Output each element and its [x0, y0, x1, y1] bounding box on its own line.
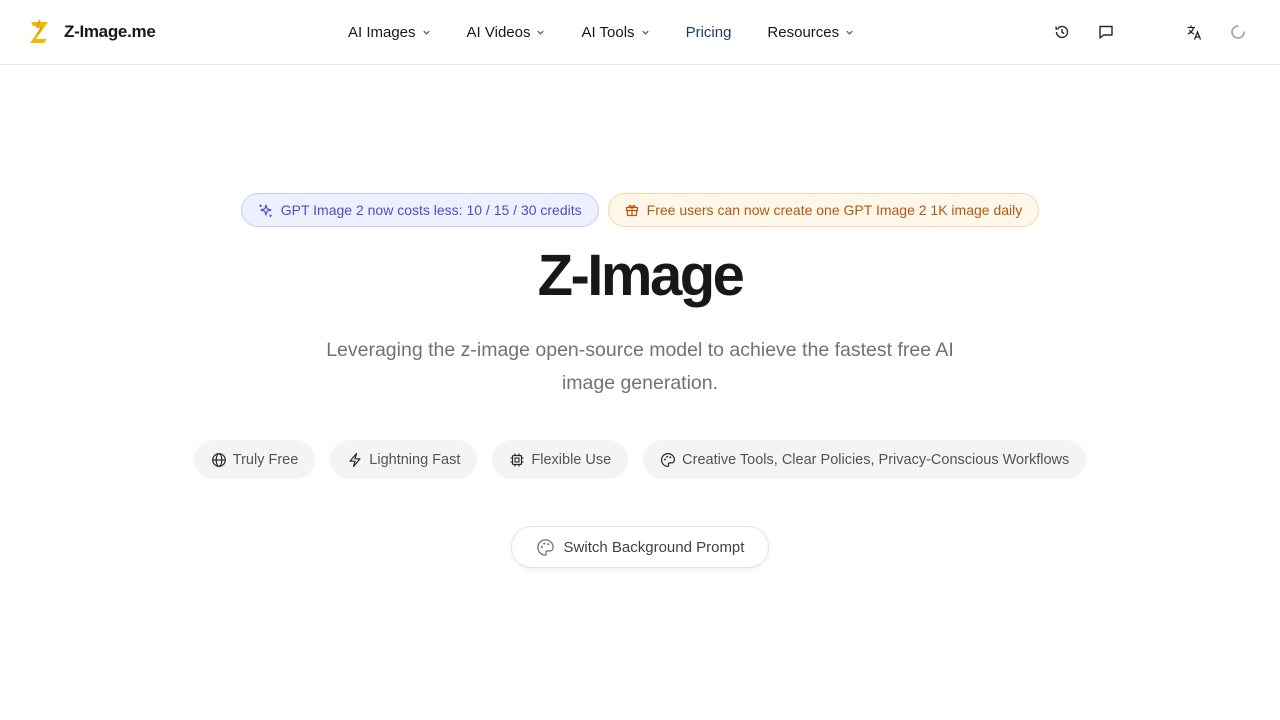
- free-announcement-badge[interactable]: Free users can now create one GPT Image …: [607, 193, 1040, 227]
- nav-ai-videos-label: AI Videos: [466, 23, 531, 41]
- feature-truly-free: Truly Free: [193, 440, 316, 479]
- loading-spinner-icon: [1231, 25, 1245, 39]
- switch-background-prompt-label: Switch Background Prompt: [563, 538, 745, 556]
- gift-icon: [625, 205, 638, 217]
- chevron-down-icon: [422, 30, 430, 35]
- feature-pills: Truly Free Lightning Fast Flexible Use C…: [0, 440, 1280, 479]
- nav-ai-images-label: AI Images: [348, 23, 416, 41]
- nav-ai-videos[interactable]: AI Videos: [467, 24, 546, 41]
- nav-pricing[interactable]: Pricing: [686, 24, 732, 41]
- nav-pricing-label: Pricing: [685, 23, 732, 41]
- nav-resources[interactable]: Resources: [767, 24, 854, 41]
- globe-icon: [211, 452, 226, 467]
- feature-lightning-fast: Lightning Fast: [330, 440, 478, 479]
- z-lightning-logo-icon: [30, 19, 48, 43]
- free-announcement-text: Free users can now create one GPT Image …: [646, 202, 1023, 218]
- brand-home-link[interactable]: Z-Image.me: [28, 18, 156, 46]
- feedback-button[interactable]: [1094, 20, 1118, 44]
- feature-flexible-use: Flexible Use: [492, 440, 629, 479]
- palette-icon: [661, 452, 676, 467]
- account-loading: [1226, 20, 1250, 44]
- top-header: Z-Image.me AI Images AI Videos AI Tools …: [0, 0, 1280, 65]
- feature-label: Truly Free: [232, 451, 299, 468]
- nav-ai-tools[interactable]: AI Tools: [581, 24, 649, 41]
- history-button[interactable]: [1050, 20, 1074, 44]
- brand-name: Z-Image.me: [64, 22, 156, 41]
- lightning-icon: [349, 452, 361, 467]
- palette-icon: [536, 538, 554, 556]
- feature-label: Flexible Use: [531, 451, 612, 468]
- language-button[interactable]: [1182, 20, 1206, 44]
- chip-icon: [510, 453, 524, 466]
- message-icon: [1099, 25, 1113, 39]
- chevron-down-icon: [846, 30, 853, 35]
- history-icon: [1055, 25, 1069, 39]
- main-nav: AI Images AI Videos AI Tools Pricing Res…: [348, 0, 890, 64]
- nav-resources-label: Resources: [767, 23, 840, 41]
- chevron-down-icon: [537, 30, 545, 35]
- switch-background-prompt-button[interactable]: Switch Background Prompt: [511, 526, 769, 568]
- chevron-down-icon: [641, 30, 649, 35]
- nav-ai-tools-label: AI Tools: [581, 23, 635, 41]
- credits-announcement-badge[interactable]: GPT Image 2 now costs less: 10 / 15 / 30…: [240, 193, 599, 227]
- announcement-badges: GPT Image 2 now costs less: 10 / 15 / 30…: [0, 193, 1280, 227]
- hero-subtitle: Leveraging the z-image open-source model…: [326, 339, 954, 394]
- sparkles-icon: [259, 203, 272, 217]
- feature-creative-tools: Creative Tools, Clear Policies, Privacy-…: [643, 440, 1087, 479]
- hero-title: Z-Image: [537, 243, 745, 308]
- feature-label: Lightning Fast: [369, 451, 461, 468]
- credits-announcement-text: GPT Image 2 now costs less: 10 / 15 / 30…: [280, 202, 582, 218]
- feature-label: Creative Tools, Clear Policies, Privacy-…: [682, 451, 1070, 468]
- translate-icon: [1187, 25, 1201, 40]
- nav-ai-images[interactable]: AI Images: [348, 24, 431, 41]
